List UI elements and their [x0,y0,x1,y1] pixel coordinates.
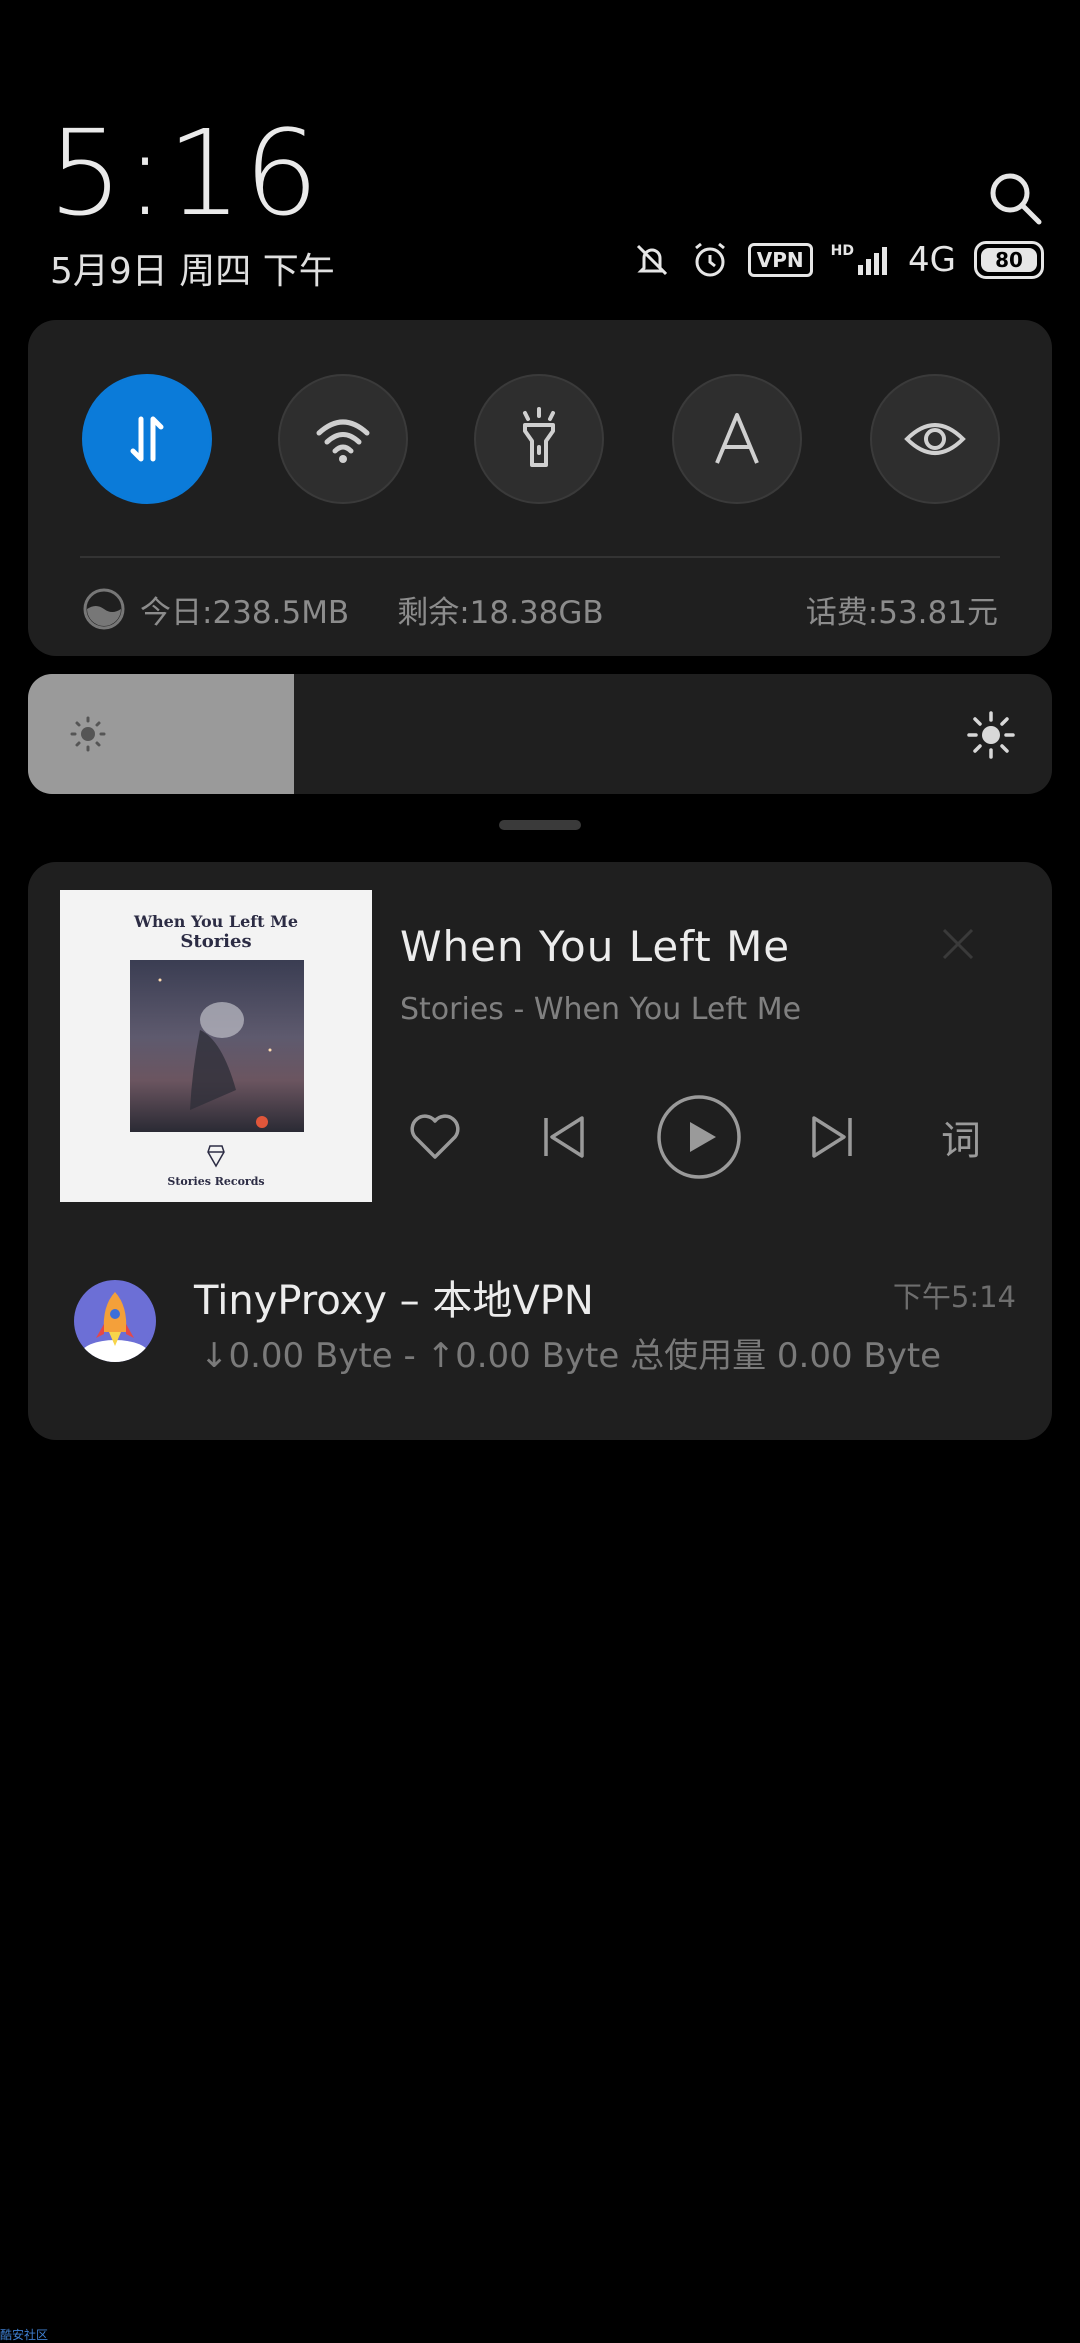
media-close-button[interactable] [940,926,976,966]
song-title[interactable]: When You Left Me [400,922,790,971]
data-remaining-label: 剩余:18.38GB [397,594,604,631]
signal-group: HD [831,243,890,277]
auto-brightness-toggle[interactable] [672,374,802,504]
play-icon [657,1095,741,1179]
network-type: 4G [908,240,956,280]
close-icon [942,928,974,960]
skip-previous-icon [544,1116,584,1158]
next-button[interactable] [798,1092,868,1182]
brightness-slider[interactable] [28,674,1052,794]
balance-label: 话费:53.81元 [805,594,998,631]
mute-bell-icon [636,244,667,276]
previous-button[interactable] [528,1092,598,1182]
album-art-title-line1: When You Left Me [133,912,299,931]
quick-toggles-row [82,374,1028,508]
wifi-toggle[interactable] [278,374,408,504]
data-transfer-icon [130,416,164,462]
reading-mode-toggle[interactable] [870,374,1000,504]
rocket-icon [81,1292,149,1362]
alarm-icon [694,242,725,277]
eye-icon [904,423,966,455]
album-art[interactable]: When You Left Me Stories Stories Records [60,890,372,1202]
album-art-image [130,960,304,1132]
flashlight-toggle[interactable] [474,374,604,504]
date-label[interactable]: 5月9日 周四 下午 [50,242,335,294]
battery-level: 80 [981,248,1037,272]
battery-icon: 80 [974,241,1044,279]
auto-brightness-icon [715,413,759,464]
mobile-data-toggle[interactable] [82,374,212,504]
quick-settings-divider [80,556,1000,558]
label-emblem-icon [207,1145,225,1168]
brightness-high-icon [967,711,1015,759]
watermark-label: 酷安社区 [0,2328,49,2342]
data-usage-row[interactable]: 今日:238.5MB 剩余:18.38GB 话费:53.81元 [82,582,998,636]
hd-label: HD [830,243,855,259]
album-art-title-line2: Stories [180,931,252,952]
vpn-badge: VPN [747,243,813,277]
album-art-label: Stories Records [167,1175,265,1188]
album-figure-graphic [158,978,272,1128]
notification-panel: When You Left Me Stories Stories Records… [28,862,1052,1440]
tinyproxy-app-icon [74,1280,156,1362]
search-icon [990,173,1042,225]
data-today-label: 今日:238.5MB [140,594,350,631]
heart-icon [410,1114,460,1159]
quick-settings-panel: 今日:238.5MB 剩余:18.38GB 话费:53.81元 [28,320,1052,656]
flashlight-icon [523,407,555,467]
signal-icon [858,247,888,275]
song-subtitle[interactable]: Stories - When You Left Me [400,992,801,1027]
vpn-notification-title[interactable]: TinyProxy – 本地VPN [194,1268,594,1326]
vpn-notification-stats[interactable]: ↓0.00 Byte - ↑0.00 Byte 总使用量 0.00 Byte [200,1328,941,1377]
wifi-icon [316,419,370,463]
data-usage-icon [83,588,125,630]
media-controls: 词 [400,1092,1000,1182]
play-button[interactable] [654,1092,744,1182]
vpn-notification-time: 下午5:14 [892,1280,1016,1314]
brightness-low-icon [70,716,106,752]
skip-next-icon [812,1116,852,1158]
album-art-title: When You Left Me Stories [60,912,372,952]
lyrics-button[interactable]: 词 [926,1092,996,1182]
favorite-button[interactable] [400,1092,470,1182]
search-button[interactable] [985,168,1045,228]
clock[interactable]: 5:16 [48,104,321,242]
status-bar-icons: VPN HD 4G 80 [632,240,1044,280]
panel-drag-handle[interactable] [499,820,581,830]
